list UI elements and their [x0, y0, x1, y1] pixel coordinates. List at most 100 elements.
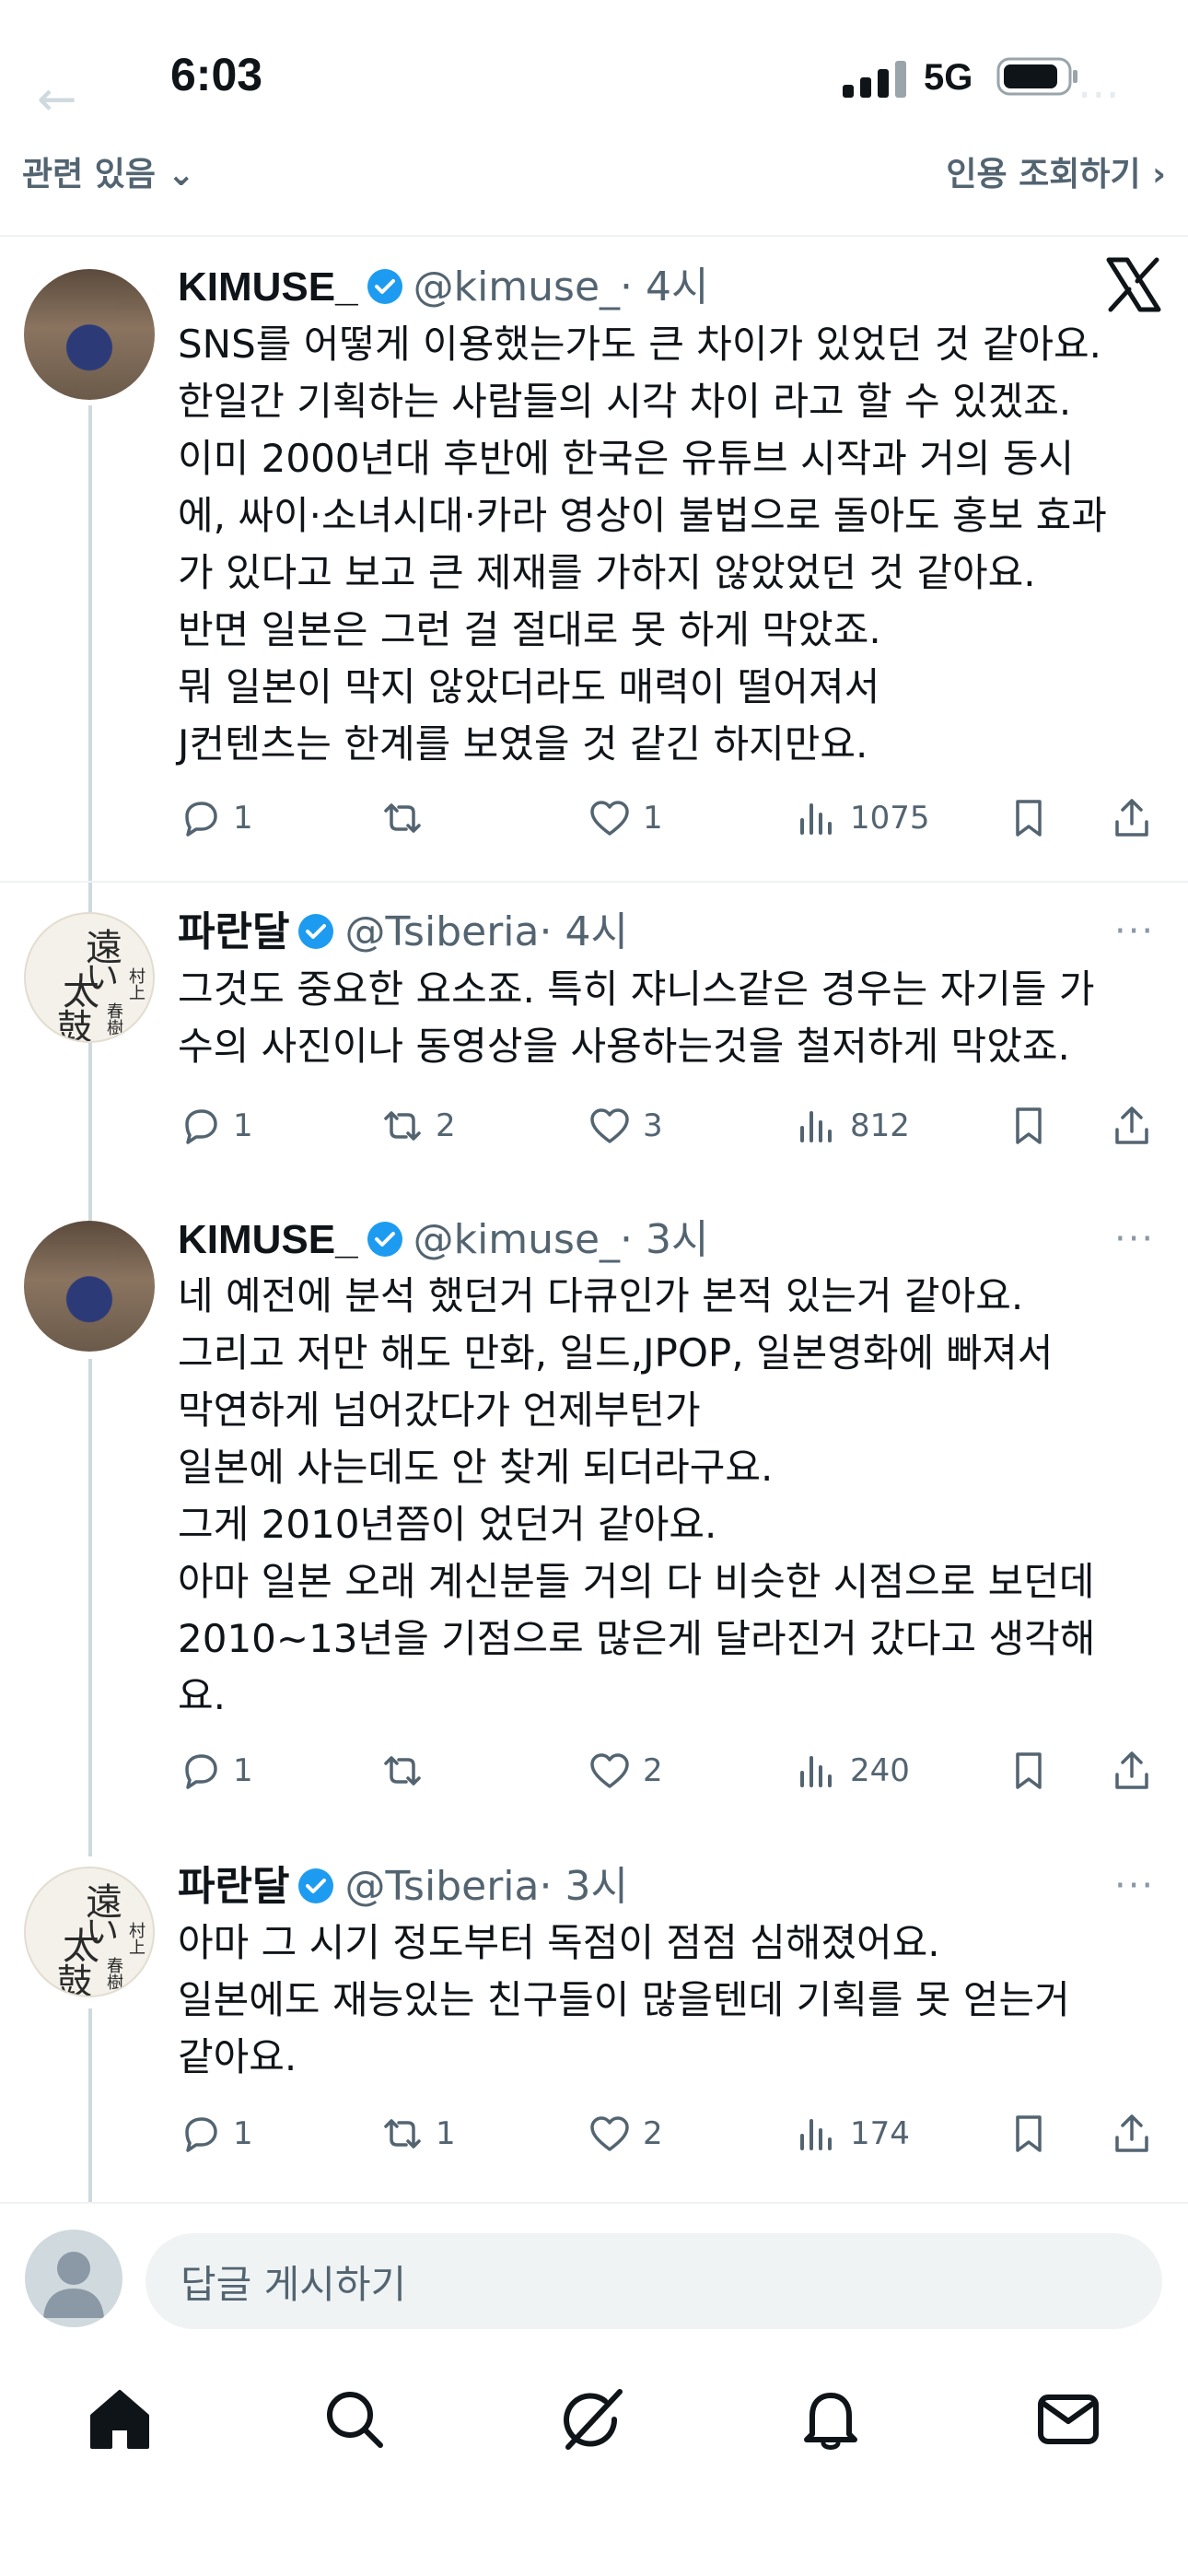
timestamp[interactable]: · 3시 — [539, 1863, 627, 1910]
thread-line — [88, 2008, 92, 2202]
avatar-text: 鼓 — [57, 1961, 93, 1997]
tweet-actions: 1 2 3 812 — [178, 1098, 1172, 1153]
avatar[interactable]: 遠 い 太 鼓 村上 春樹 — [24, 912, 155, 1043]
display-name[interactable]: 파란달 — [178, 1864, 289, 1909]
more-options-icon[interactable]: ··· — [1114, 1865, 1155, 1907]
user-handle[interactable]: @Tsiberia — [344, 1863, 539, 1910]
reply-count: 1 — [233, 1107, 253, 1144]
views-button[interactable]: 174 — [795, 2106, 910, 2161]
chevron-down-icon: ⌄ — [167, 156, 195, 193]
timestamp[interactable]: · 4시 — [539, 908, 627, 955]
verified-badge-icon — [298, 914, 334, 949]
notifications-icon — [804, 2393, 857, 2450]
reply-button[interactable]: 1 — [178, 1743, 253, 1798]
like-count: 2 — [643, 2115, 663, 2152]
bookmark-button[interactable] — [1007, 790, 1051, 846]
nav-notifications[interactable] — [794, 2383, 868, 2456]
more-icon-ghost: ··· — [1077, 70, 1120, 122]
avatar-text: 春樹 — [104, 1957, 123, 1990]
verified-badge-icon — [298, 1868, 334, 1903]
share-button[interactable] — [1110, 2106, 1154, 2161]
share-icon — [1115, 2114, 1148, 2152]
sort-label: 관련 있음 — [22, 156, 157, 193]
user-handle[interactable]: @Tsiberia — [344, 908, 539, 955]
tweet-actions: 1 1 1075 — [178, 790, 1172, 846]
status-time: 6:03 — [170, 49, 263, 100]
person-icon — [43, 2252, 104, 2318]
bookmark-button[interactable] — [1007, 1743, 1051, 1798]
repost-button[interactable]: 2 — [380, 1098, 456, 1153]
like-button[interactable]: 3 — [588, 1098, 663, 1153]
user-handle[interactable]: @kimuse_ — [413, 1216, 620, 1263]
like-button[interactable]: 2 — [588, 2106, 663, 2161]
views-button[interactable]: 240 — [795, 1743, 910, 1798]
chevron-right-icon: › — [1152, 156, 1166, 193]
verified-badge-icon — [367, 1222, 402, 1257]
reply-button[interactable]: 1 — [178, 2106, 253, 2161]
status-bar: ← ··· 6:03 5G — [0, 0, 1188, 157]
nav-messages[interactable] — [1031, 2383, 1105, 2456]
reply-count: 1 — [233, 1752, 253, 1789]
avatar[interactable] — [24, 269, 155, 400]
views-icon — [800, 803, 832, 835]
tweet-text: SNS를 어떻게 이용했는가도 큰 차이가 있었던 것 같아요. 한일간 기획하… — [178, 322, 1107, 767]
share-button[interactable] — [1110, 1743, 1154, 1798]
bookmark-button[interactable] — [1007, 2106, 1051, 2161]
like-icon — [590, 801, 629, 836]
bookmark-icon — [1016, 1107, 1042, 1144]
repost-icon — [384, 1756, 421, 1786]
reply-icon — [185, 2117, 217, 2152]
sort-relevance-button[interactable]: 관련 있음 ⌄ — [22, 147, 195, 195]
repost-button[interactable] — [380, 1743, 436, 1798]
reply-bar: 답글 게시하기 — [0, 2202, 1188, 2351]
tweet-header: 파란달 @Tsiberia· 3시 — [178, 1859, 628, 1914]
repost-icon — [384, 1111, 421, 1141]
views-count: 812 — [850, 1107, 910, 1144]
like-icon — [590, 1753, 629, 1788]
views-button[interactable]: 1075 — [795, 790, 930, 846]
tweet-text: 아마 그 시기 정도부터 독점이 점점 심해졌어요. 일본에도 재능있는 친구들… — [178, 1920, 1070, 2079]
reply-button[interactable]: 1 — [178, 1098, 253, 1153]
network-label: 5G — [924, 57, 973, 98]
share-button[interactable] — [1110, 1098, 1154, 1153]
tweet-text: 네 예전에 분석 했던거 다큐인가 본적 있는거 같아요. 그리고 저만 해도 … — [178, 1273, 1096, 1718]
thread-line — [88, 1359, 92, 1856]
repost-icon — [384, 803, 421, 833]
repost-button[interactable] — [380, 790, 436, 846]
nav-home[interactable] — [83, 2383, 157, 2456]
more-options-icon[interactable]: ··· — [1114, 910, 1155, 953]
like-icon — [590, 2116, 629, 2151]
nav-grok[interactable] — [557, 2383, 631, 2456]
tweet-header: 파란달 @Tsiberia· 4시 — [178, 905, 628, 960]
bookmark-icon — [1016, 1752, 1042, 1789]
share-icon — [1115, 1751, 1148, 1789]
like-button[interactable]: 2 — [588, 1743, 663, 1798]
bookmark-button[interactable] — [1007, 1098, 1051, 1153]
like-button[interactable]: 1 — [588, 790, 663, 846]
display-name[interactable]: 파란달 — [178, 909, 289, 954]
display-name[interactable]: KIMUSE_ — [178, 264, 358, 310]
share-button[interactable] — [1110, 790, 1154, 846]
like-count: 1 — [643, 800, 663, 837]
default-avatar-icon[interactable] — [25, 2230, 122, 2327]
repost-button[interactable]: 1 — [380, 2106, 456, 2161]
nav-search[interactable] — [318, 2383, 391, 2456]
views-icon — [800, 2119, 832, 2150]
repost-count: 1 — [436, 2115, 456, 2152]
reply-input[interactable]: 답글 게시하기 — [146, 2233, 1162, 2329]
timestamp[interactable]: · 3시 — [620, 1216, 708, 1263]
views-button[interactable]: 812 — [795, 1098, 910, 1153]
battery-icon — [996, 57, 1077, 96]
avatar[interactable]: 遠 い 太 鼓 村上 春樹 — [24, 1867, 155, 1997]
avatar[interactable] — [24, 1221, 155, 1352]
thread-line — [88, 405, 92, 912]
like-icon — [590, 1108, 629, 1143]
view-quotes-link[interactable]: 인용 조회하기 › — [946, 147, 1166, 195]
display-name[interactable]: KIMUSE_ — [178, 1217, 358, 1262]
views-icon — [800, 1111, 832, 1142]
reply-button[interactable]: 1 — [178, 790, 253, 846]
timestamp[interactable]: · 4시 — [620, 263, 708, 310]
user-handle[interactable]: @kimuse_ — [413, 263, 620, 310]
views-count: 174 — [850, 2115, 910, 2152]
more-options-icon[interactable]: ··· — [1114, 1218, 1155, 1260]
